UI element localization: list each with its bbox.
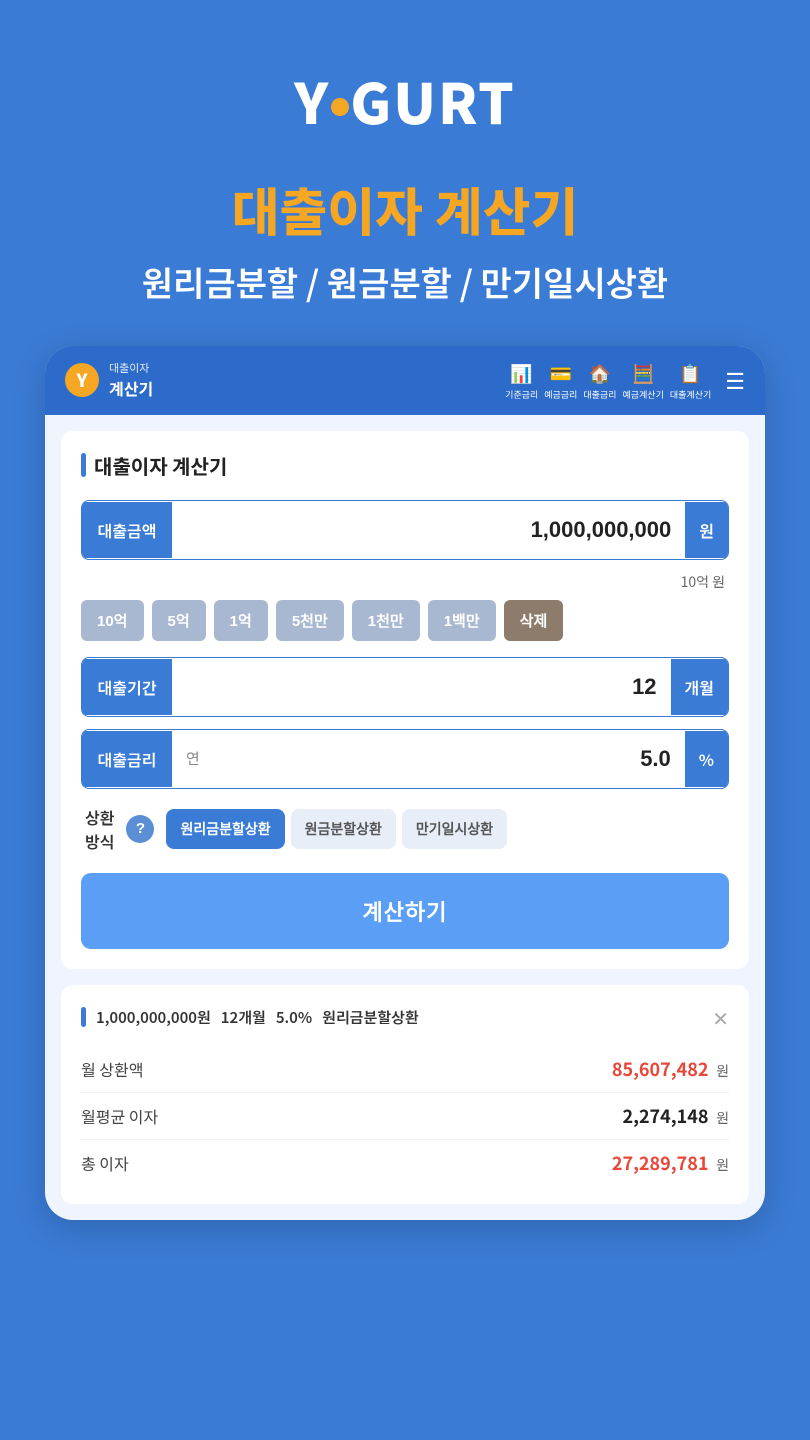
app-logo-mini: Y: [65, 363, 99, 397]
deposit-rate-icon: 💳: [550, 360, 572, 386]
deposit-calc-label: 예금계산기: [622, 388, 663, 401]
quick-btn-5chun[interactable]: 5천만: [276, 600, 344, 641]
nav-icon-deposit-calc[interactable]: 🧮 예금계산기: [622, 360, 663, 401]
result-row-total-interest: 총 이자 27,289,781 원: [81, 1140, 729, 1186]
app-title-mini: 대출이자 계산기: [109, 360, 153, 400]
deposit-rate-label: 예금금리: [544, 388, 577, 401]
hamburger-menu[interactable]: ☰: [725, 364, 745, 396]
result-row-avg-interest: 월평균 이자 2,274,148 원: [81, 1093, 729, 1140]
section-title: 대출이자 계산기: [81, 451, 729, 480]
period-row: 대출기간 개월: [81, 657, 729, 717]
title-section: 대출이자 계산기 원리금분할 / 원금분할 / 만기일시상환: [102, 171, 708, 306]
quick-btn-5eok[interactable]: 5억: [152, 600, 206, 641]
result-section: 1,000,000,000원 12개월 5.0% 원리금분할상환 ✕ 월 상환액…: [61, 985, 749, 1204]
result-close-button[interactable]: ✕: [712, 1003, 729, 1032]
loan-rate-icon: 🏠: [589, 360, 611, 386]
result-summary-rate: 5.0%: [276, 1007, 312, 1028]
app-header: Y 대출이자 계산기 📊 기준금리 💳 예금금리 🏠 대출금리 🧮 예금계산기: [45, 346, 765, 415]
amount-row: 대출금액 원: [81, 500, 729, 560]
quick-btn-1eok[interactable]: 1억: [214, 600, 268, 641]
result-label-monthly: 월 상환액: [81, 1057, 143, 1081]
rate-row: 대출금리 연 %: [81, 729, 729, 789]
quick-btn-delete[interactable]: 삭제: [504, 600, 564, 641]
result-summary-type: 원리금분할상환: [322, 1007, 419, 1028]
amount-label: 대출금액: [82, 502, 172, 558]
quick-buttons: 10억 5억 1억 5천만 1천만 1백만 삭제: [81, 600, 729, 641]
period-unit: 개월: [671, 659, 728, 715]
amount-hint: 10억 원: [81, 572, 729, 592]
base-rate-label: 기준금리: [505, 388, 538, 401]
rate-prefix: 연: [172, 748, 200, 769]
nav-icon-loan-rate[interactable]: 🏠 대출금리: [583, 360, 616, 401]
result-row-monthly: 월 상환액 85,607,482 원: [81, 1046, 729, 1093]
main-title: 대출이자 계산기: [142, 171, 668, 246]
result-value-total-interest: 27,289,781: [612, 1150, 709, 1176]
deposit-calc-icon: 🧮: [632, 360, 654, 386]
result-unit-avg-interest: 원: [716, 1108, 729, 1128]
amount-unit: 원: [685, 502, 728, 558]
logo-dot: [331, 98, 349, 116]
loan-rate-label: 대출금리: [583, 388, 616, 401]
loan-calc-label: 대출계산기: [670, 388, 711, 401]
period-label: 대출기간: [82, 659, 172, 715]
period-input[interactable]: [172, 658, 671, 716]
quick-btn-1baek[interactable]: 1백만: [428, 600, 496, 641]
result-bar: [81, 1007, 86, 1027]
interest-inner: 연: [172, 730, 685, 788]
rate-input[interactable]: [200, 730, 685, 788]
nav-icon-deposit-rate[interactable]: 💳 예금금리: [544, 360, 577, 401]
repay-opt-principal-interest[interactable]: 원리금분할상환: [166, 809, 284, 849]
app-header-icons: 📊 기준금리 💳 예금금리 🏠 대출금리 🧮 예금계산기 📋 대출계산기 ☰: [505, 360, 745, 401]
result-summary-amount: 1,000,000,000원: [96, 1007, 211, 1028]
repayment-options: 원리금분할상환 원금분할상환 만기일시상환: [166, 809, 507, 849]
repay-opt-maturity[interactable]: 만기일시상환: [402, 809, 507, 849]
result-value-monthly: 85,607,482: [612, 1056, 709, 1082]
repayment-label: 상환 방식: [85, 805, 114, 853]
result-label-total-interest: 총 이자: [81, 1151, 129, 1175]
result-value-avg-interest: 2,274,148: [622, 1103, 708, 1129]
rate-label: 대출금리: [82, 731, 172, 787]
logo: YGURT: [294, 60, 516, 141]
repay-opt-principal[interactable]: 원금분할상환: [291, 809, 396, 849]
logo-section: YGURT: [294, 60, 516, 141]
loan-calc-icon: 📋: [679, 360, 701, 386]
repayment-row: 상환 방식 ? 원리금분할상환 원금분할상환 만기일시상환: [81, 805, 729, 853]
rate-unit: %: [685, 731, 728, 787]
section-title-bar: [81, 453, 86, 477]
repayment-help-button[interactable]: ?: [126, 815, 154, 843]
nav-icon-loan-calc[interactable]: 📋 대출계산기: [670, 360, 711, 401]
nav-icon-base-rate[interactable]: 📊 기준금리: [505, 360, 538, 401]
result-header: 1,000,000,000원 12개월 5.0% 원리금분할상환 ✕: [81, 1003, 729, 1032]
result-summary-period: 12개월: [221, 1007, 266, 1028]
base-rate-icon: 📊: [510, 360, 532, 386]
result-label-avg-interest: 월평균 이자: [81, 1104, 158, 1128]
result-unit-monthly: 원: [716, 1061, 729, 1081]
amount-input[interactable]: [172, 501, 685, 559]
result-unit-total-interest: 원: [716, 1155, 729, 1175]
calculate-button[interactable]: 계산하기: [81, 873, 729, 949]
quick-btn-1chun[interactable]: 1천만: [352, 600, 420, 641]
card: Y 대출이자 계산기 📊 기준금리 💳 예금금리 🏠 대출금리 🧮 예금계산기: [45, 346, 765, 1220]
quick-btn-10eok[interactable]: 10억: [81, 600, 144, 641]
inner-content: 대출이자 계산기 대출금액 원 10억 원 10억 5억 1억 5천만 1천만 …: [61, 431, 749, 969]
app-header-left: Y 대출이자 계산기: [65, 360, 153, 400]
sub-title: 원리금분할 / 원금분할 / 만기일시상환: [142, 258, 668, 306]
